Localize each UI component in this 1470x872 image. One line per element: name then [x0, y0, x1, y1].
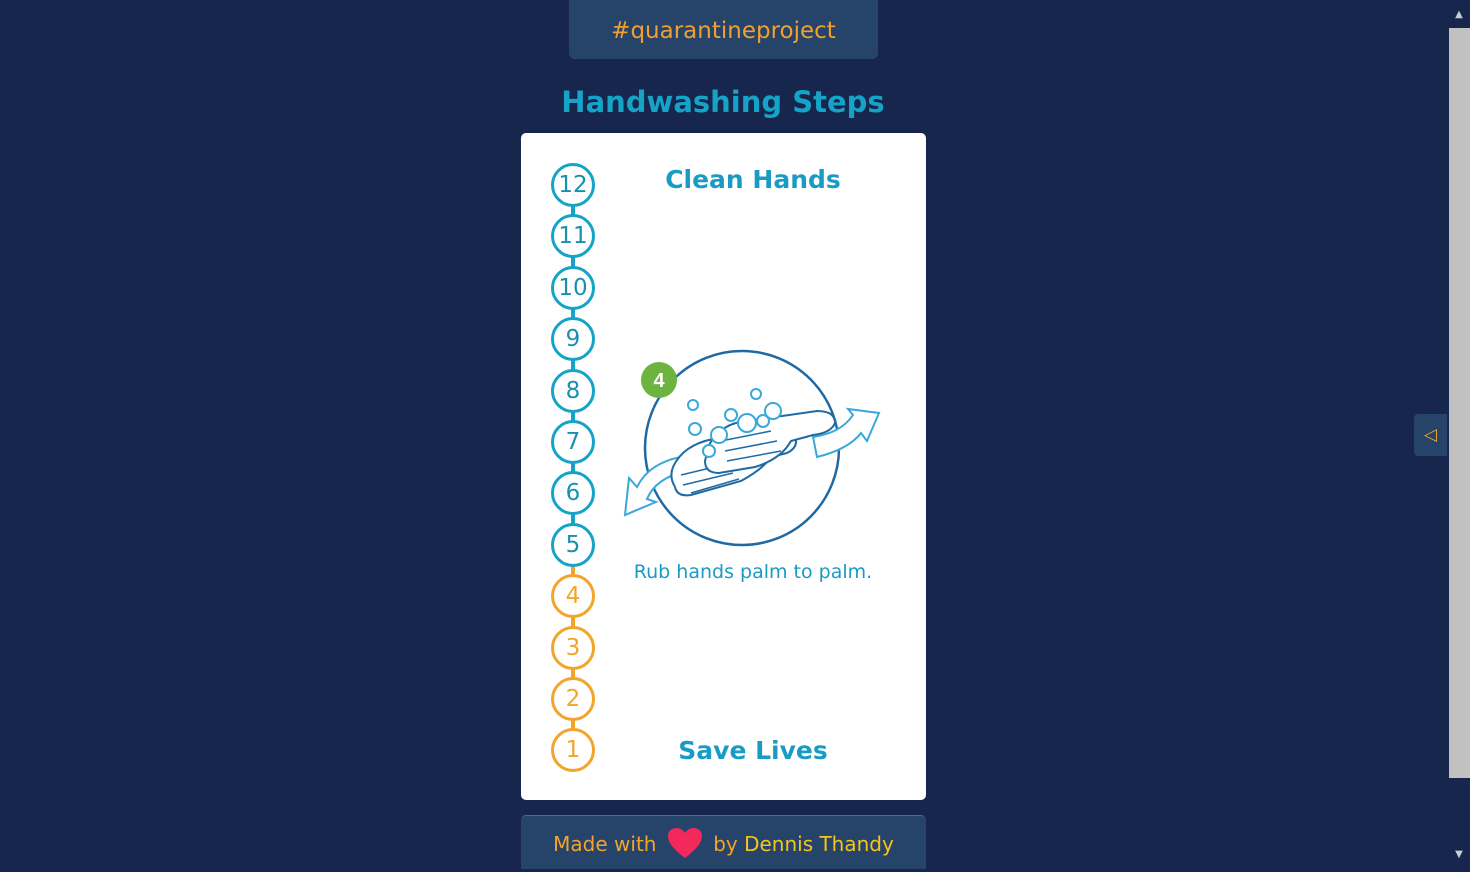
credits-footer: Made with by Dennis Thandy — [521, 815, 926, 869]
step-circle[interactable]: 2 — [551, 677, 595, 721]
step-circle[interactable]: 9 — [551, 317, 595, 362]
step-circle[interactable]: 11 — [551, 214, 595, 259]
step-circle[interactable]: 7 — [551, 420, 595, 464]
triangle-left-icon: ◁ — [1423, 425, 1438, 445]
card-footer-text: Save Lives — [678, 736, 828, 765]
scroll-up-icon[interactable]: ▲ — [1452, 8, 1466, 22]
step-circle[interactable]: 12 — [551, 163, 595, 207]
handwashing-illustration: 4 — [623, 349, 881, 547]
page-title: Handwashing Steps — [561, 85, 885, 119]
heart-icon — [667, 827, 702, 858]
by-label: by — [713, 832, 738, 856]
step-circle[interactable]: 3 — [551, 625, 595, 670]
scroll-down-icon[interactable]: ▼ — [1452, 848, 1466, 862]
handwashing-card: 12 11 10 9 8 7 6 5 4 3 2 1 Clean Hands 4 Rub hands … — [521, 133, 926, 800]
step-circle[interactable]: 10 — [551, 265, 595, 310]
step-circle[interactable]: 6 — [551, 471, 595, 516]
author-link[interactable]: Dennis Thandy — [744, 832, 894, 856]
step-badge-label: 4 — [653, 370, 665, 392]
scrollbar-thumb[interactable] — [1449, 28, 1470, 778]
step-circle[interactable]: 1 — [551, 728, 595, 773]
card-title: Clean Hands — [665, 165, 841, 194]
step-instruction: Rub hands palm to palm. — [633, 561, 873, 583]
hashtag-banner: #quarantineproject — [569, 0, 878, 59]
step-circle[interactable]: 8 — [551, 368, 595, 413]
made-with-label: Made with — [553, 832, 657, 856]
step-circle[interactable]: 4 — [551, 574, 595, 619]
side-panel-toggle[interactable]: ◁ — [1414, 414, 1447, 456]
step-circle[interactable]: 5 — [551, 522, 595, 567]
